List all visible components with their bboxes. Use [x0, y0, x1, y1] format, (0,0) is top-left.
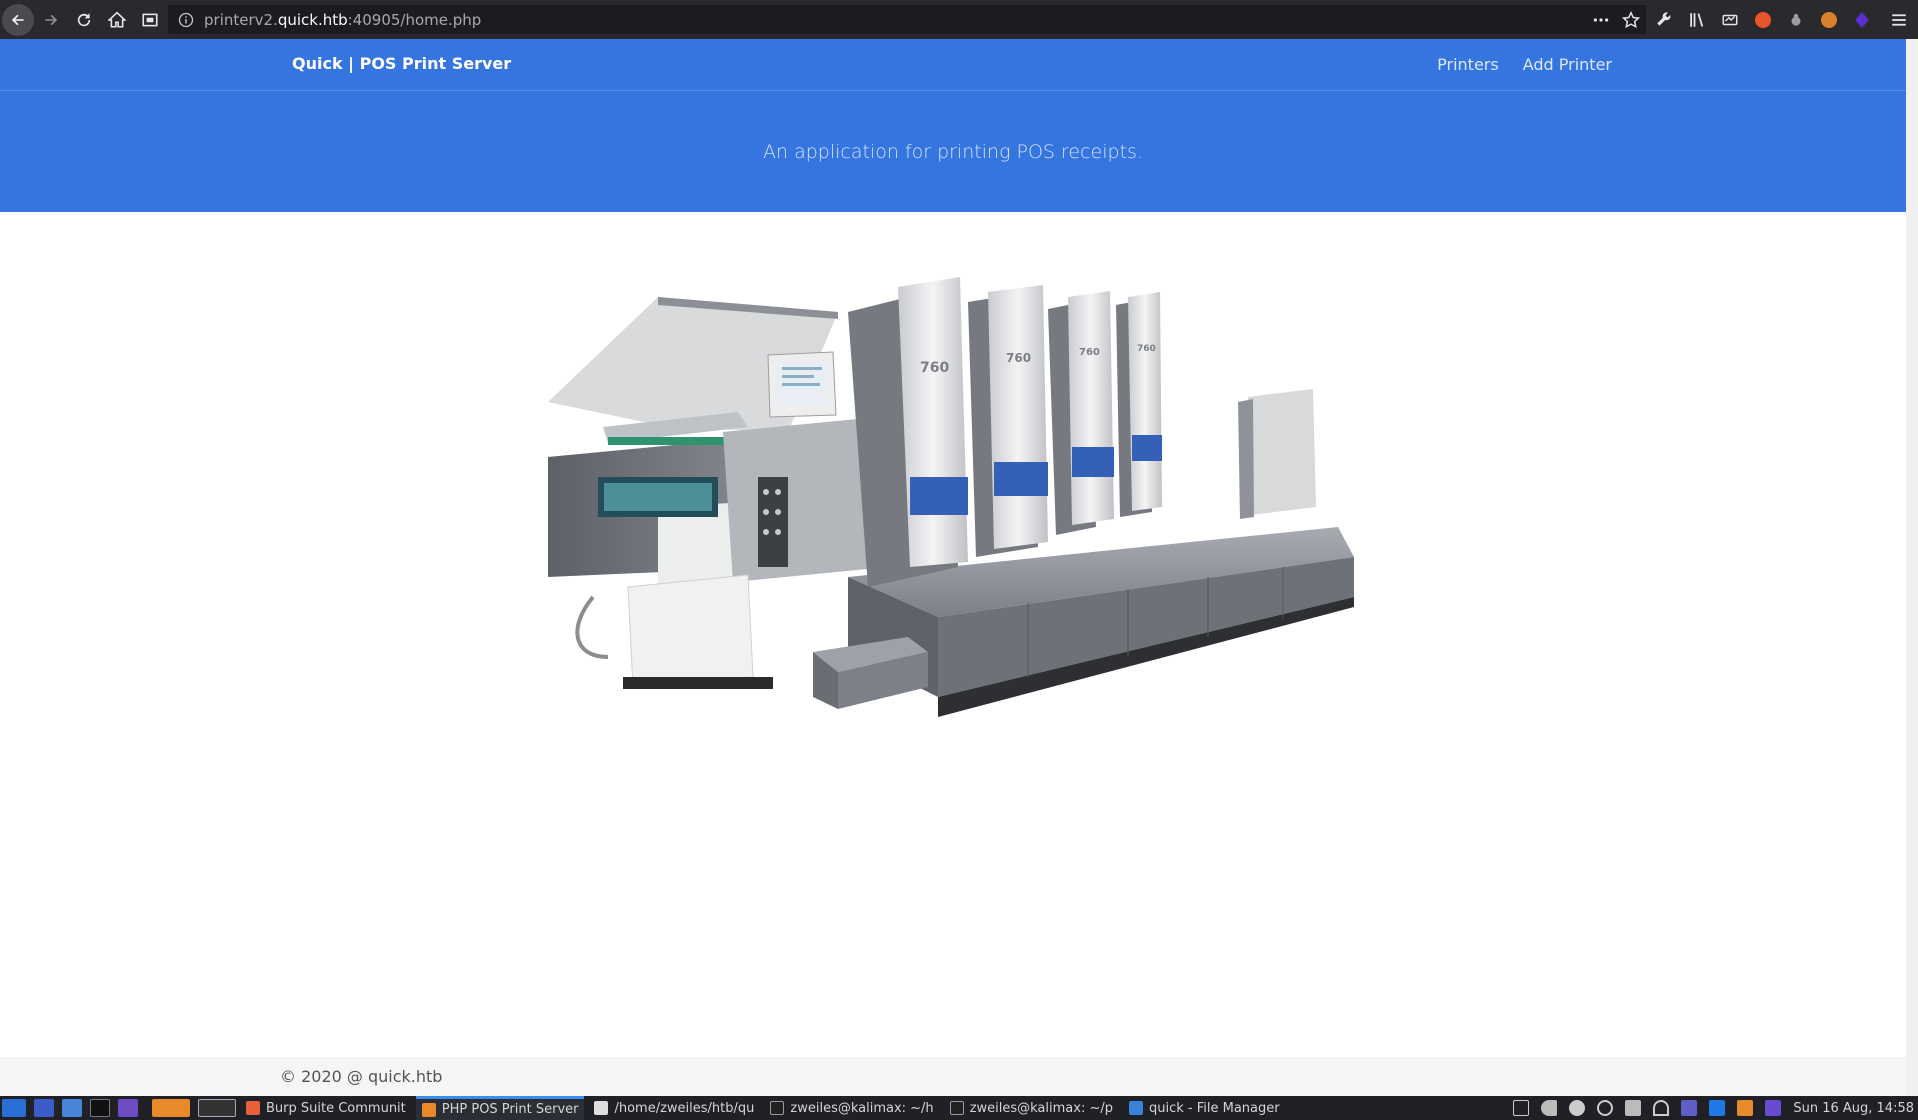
- workspace-2-icon[interactable]: [118, 1099, 138, 1117]
- folder-icon: [1129, 1101, 1143, 1115]
- nav-links: Printers Add Printer: [1437, 55, 1612, 74]
- burp-icon: [246, 1101, 260, 1115]
- toolbar-extensions: [1654, 0, 1909, 39]
- copyright-text: © 2020 @ quick.htb: [280, 1067, 443, 1086]
- display-icon[interactable]: [1513, 1100, 1530, 1116]
- firefox-launcher-icon[interactable]: [152, 1099, 190, 1117]
- file-manager-icon[interactable]: [62, 1099, 82, 1117]
- network-icon[interactable]: [1653, 1100, 1670, 1116]
- wrench-icon[interactable]: [1654, 10, 1674, 30]
- menu-icon[interactable]: [1889, 10, 1909, 30]
- hero-tagline: An application for printing POS receipts…: [763, 141, 1143, 163]
- firefox-icon: [421, 1102, 436, 1117]
- volume-icon[interactable]: [1541, 1100, 1558, 1116]
- synced-tabs-icon[interactable]: [1720, 10, 1740, 30]
- library-icon[interactable]: [1687, 10, 1707, 30]
- cookie-editor-icon[interactable]: [1819, 10, 1839, 30]
- tower-label: 760: [920, 360, 949, 376]
- extension-bug-icon[interactable]: [1786, 10, 1806, 30]
- taskbar-task-editor[interactable]: /home/zweiles/htb/qu: [588, 1096, 760, 1120]
- bookmark-star-icon[interactable]: [1622, 10, 1640, 29]
- page-scrollbar[interactable]: [1906, 39, 1918, 1096]
- page-actions-icon[interactable]: [1592, 11, 1610, 29]
- taskbar-task-terminal-1[interactable]: zweiles@kalimax: ~/h: [764, 1096, 939, 1120]
- desktop-taskbar: Burp Suite Communit PHP POS Print Server…: [0, 1096, 1918, 1120]
- clock[interactable]: Sun 16 Aug, 14:58: [1793, 1101, 1914, 1116]
- web-page: Quick | POS Print Server Printers Add Pr…: [0, 39, 1906, 1096]
- power-icon[interactable]: [1597, 1100, 1614, 1116]
- arrow-left-icon: [11, 14, 24, 25]
- tray-burp-icon[interactable]: [1765, 1100, 1782, 1116]
- taskbar-task-browser[interactable]: PHP POS Print Server: [415, 1096, 585, 1120]
- tray-firefox-icon[interactable]: [1737, 1100, 1754, 1116]
- site-brand-link[interactable]: Quick | POS Print Server: [292, 54, 511, 73]
- forward-button[interactable]: [35, 4, 67, 36]
- home-icon: [108, 11, 126, 28]
- browser-toolbar: printerv2.quick.htb:40905/home.php: [0, 0, 1918, 39]
- terminal-icon: [770, 1101, 785, 1115]
- reload-icon: [77, 12, 91, 26]
- printing-press-image: 760 760 760 760: [548, 277, 1354, 717]
- taskbar-task-file-manager[interactable]: quick - File Manager: [1123, 1096, 1286, 1120]
- system-tray: Sun 16 Aug, 14:58: [1513, 1096, 1914, 1120]
- taskbar-task-burp[interactable]: Burp Suite Communit: [240, 1096, 412, 1120]
- reader-view-button[interactable]: [134, 4, 166, 36]
- url-text[interactable]: printerv2.quick.htb:40905/home.php: [204, 11, 481, 29]
- workspace-switch-icon[interactable]: [1681, 1100, 1698, 1116]
- back-button[interactable]: [2, 3, 34, 36]
- terminal-window-icon[interactable]: [198, 1099, 236, 1117]
- hero-banner: An application for printing POS receipts…: [0, 91, 1906, 212]
- tray-app-icon[interactable]: [1709, 1100, 1726, 1116]
- wappalyzer-icon[interactable]: [1852, 10, 1872, 30]
- terminal-icon: [949, 1101, 964, 1115]
- tower-label: 760: [1137, 344, 1156, 354]
- document-icon: [594, 1101, 609, 1115]
- notification-icon[interactable]: [1569, 1100, 1586, 1116]
- arrow-right-icon: [45, 14, 58, 25]
- site-navbar: Quick | POS Print Server Printers Add Pr…: [0, 39, 1906, 91]
- home-button[interactable]: [101, 4, 133, 36]
- site-footer: © 2020 @ quick.htb: [0, 1057, 1906, 1096]
- tower-label: 760: [1079, 347, 1100, 358]
- terminal-launcher-icon[interactable]: [90, 1099, 110, 1117]
- lock-icon[interactable]: [1625, 1100, 1642, 1116]
- workspace-1-icon[interactable]: [34, 1099, 54, 1117]
- reload-button[interactable]: [68, 4, 100, 36]
- url-bar[interactable]: printerv2.quick.htb:40905/home.php: [168, 5, 1646, 34]
- tower-label: 760: [1006, 351, 1031, 365]
- site-info-icon[interactable]: [178, 12, 194, 28]
- start-menu-icon[interactable]: [2, 1099, 26, 1117]
- foxyproxy-icon[interactable]: [1753, 10, 1773, 30]
- taskbar-task-terminal-2[interactable]: zweiles@kalimax: ~/p: [944, 1096, 1119, 1120]
- nav-link-add-printer[interactable]: Add Printer: [1523, 55, 1612, 74]
- reader-icon: [142, 13, 158, 26]
- nav-link-printers[interactable]: Printers: [1437, 55, 1499, 74]
